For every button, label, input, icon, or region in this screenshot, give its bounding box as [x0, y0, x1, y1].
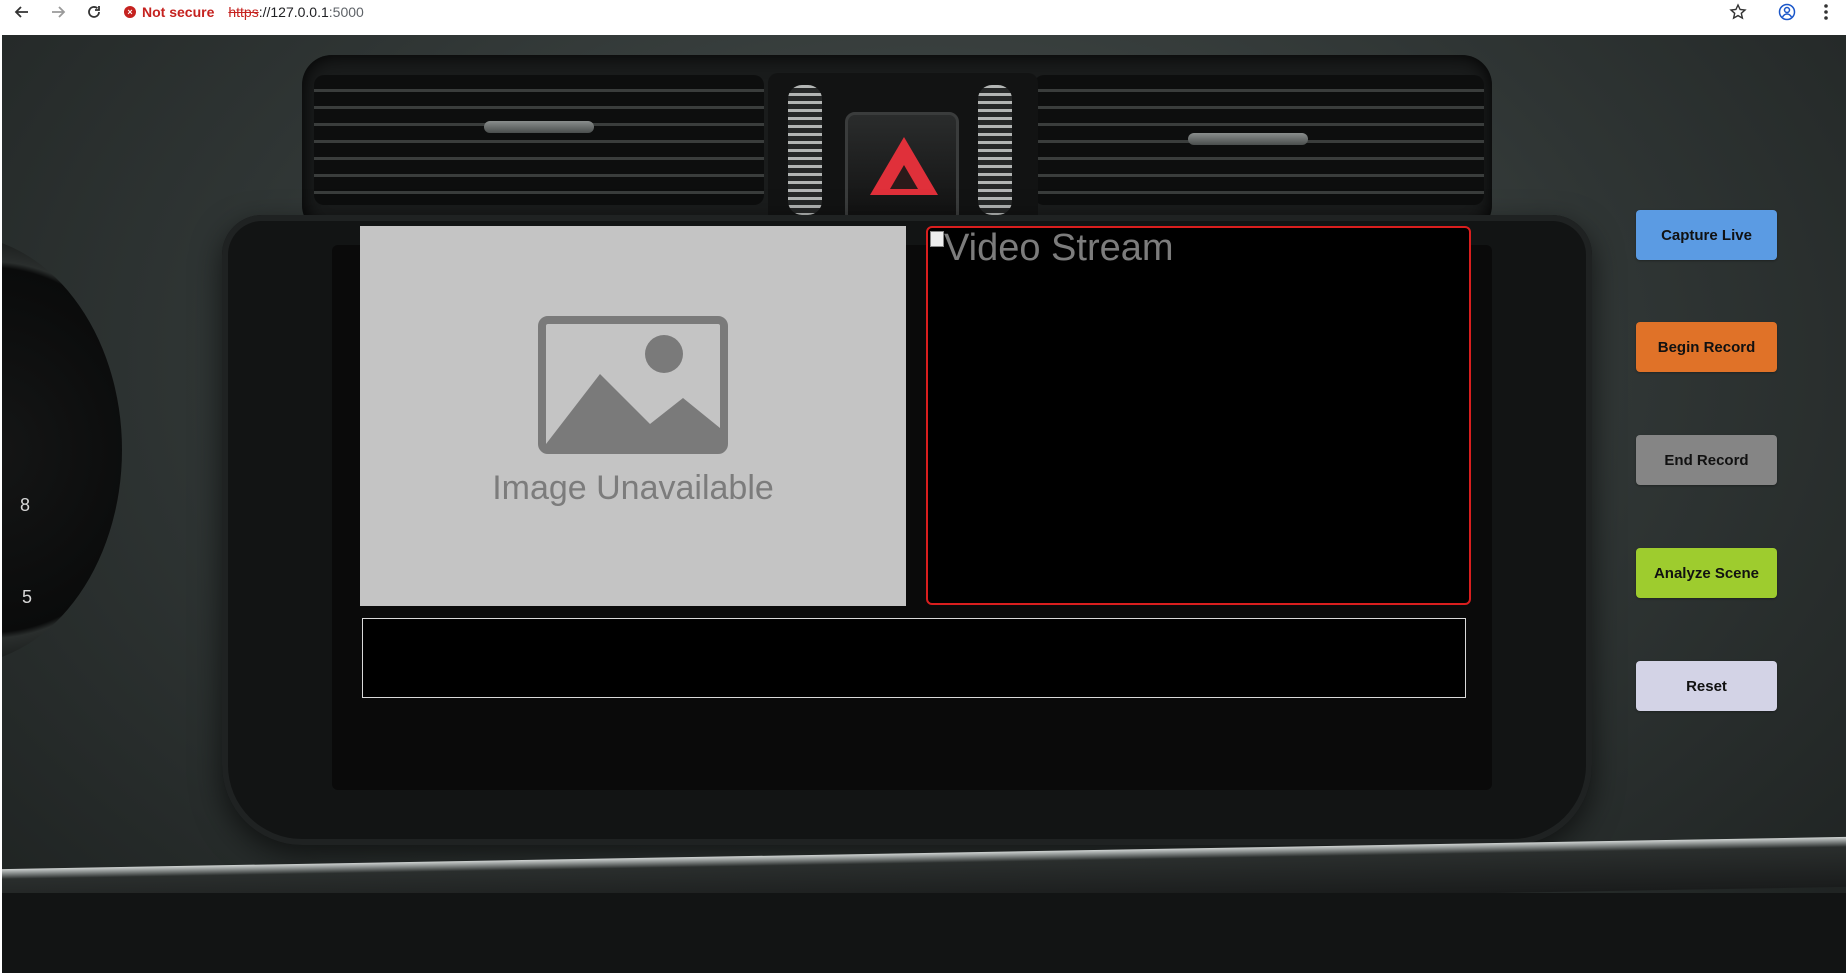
url-host: ://127.0.0.1 [258, 4, 329, 20]
image-unavailable-label: Image Unavailable [492, 469, 774, 507]
video-stream-panel: Video Stream [926, 226, 1471, 605]
back-arrow-icon[interactable] [10, 0, 34, 24]
bookmark-star-icon[interactable] [1726, 0, 1750, 24]
dashboard-background: 8 5 [2, 35, 1846, 973]
begin-record-button[interactable]: Begin Record [1636, 322, 1777, 372]
analysis-output-box [362, 618, 1466, 698]
vent-tab [484, 121, 594, 133]
end-record-button[interactable]: End Record [1636, 435, 1777, 485]
captured-image-panel: Image Unavailable [360, 226, 906, 606]
browser-toolbar: × Not secure https://127.0.0.1:5000 [0, 0, 1846, 35]
left-air-vent [314, 75, 764, 205]
kebab-menu-icon[interactable] [1814, 0, 1838, 24]
vent-knob [788, 85, 822, 215]
forward-arrow-icon[interactable] [46, 0, 70, 24]
gauge-label: 8 [20, 495, 31, 515]
broken-image-icon [930, 231, 944, 247]
url-scheme: https [228, 4, 259, 20]
address-bar[interactable]: × Not secure https://127.0.0.1:5000 [124, 1, 364, 23]
image-placeholder-icon [538, 316, 728, 454]
warning-icon: × [124, 6, 136, 18]
vent-tab [1188, 133, 1308, 145]
vent-knob [978, 85, 1012, 215]
video-stream-alt-text: Video Stream [944, 227, 1174, 269]
reset-button[interactable]: Reset [1636, 661, 1777, 711]
capture-live-button[interactable]: Capture Live [1636, 210, 1777, 260]
security-indicator[interactable]: × Not secure [124, 4, 214, 20]
lower-dashboard [2, 893, 1846, 973]
url-port: :5000 [328, 4, 364, 20]
security-label: Not secure [142, 4, 215, 20]
profile-icon[interactable] [1775, 0, 1799, 24]
analyze-scene-button[interactable]: Analyze Scene [1636, 548, 1777, 598]
gauge-label: 5 [22, 587, 33, 607]
hazard-button [845, 112, 959, 224]
instrument-gauge: 8 5 [2, 235, 122, 665]
reload-icon[interactable] [82, 0, 106, 24]
